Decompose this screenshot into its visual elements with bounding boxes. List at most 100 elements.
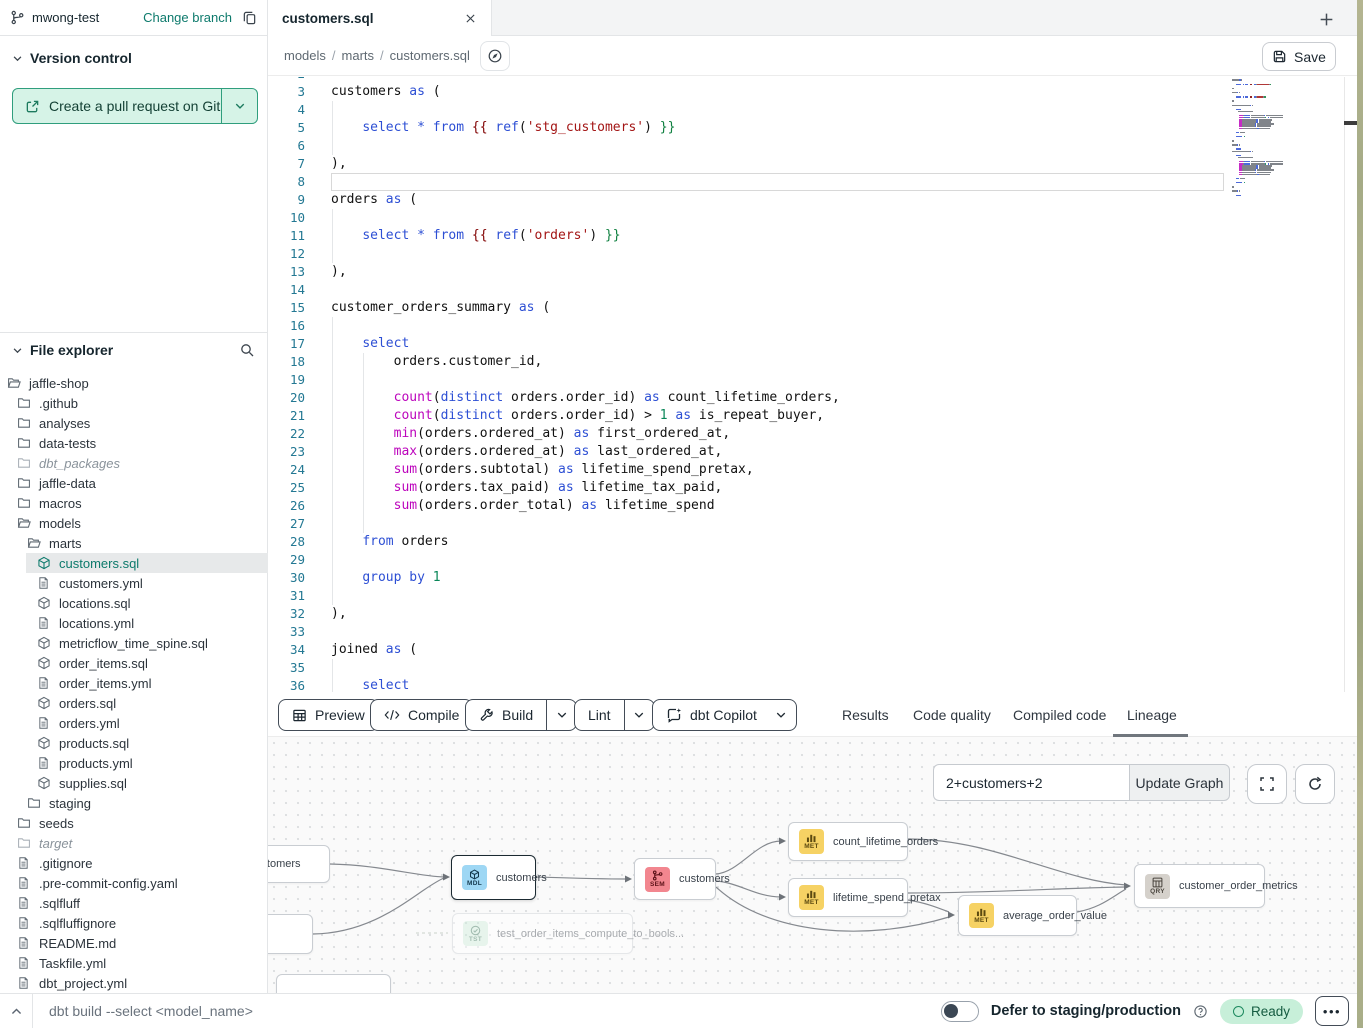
breadcrumb-models[interactable]: models (284, 48, 326, 63)
chevron-down-icon[interactable] (12, 53, 23, 64)
code-line-24[interactable]: 24 sum(orders.subtotal) as lifetime_spen… (268, 461, 1357, 479)
tree-item-order-items.sql[interactable]: order_items.sql (0, 653, 268, 673)
breadcrumb-marts[interactable]: marts (342, 48, 375, 63)
tree-item-.sqlfluffignore[interactable]: .sqlfluffignore (0, 913, 268, 933)
lineage-node-test_order_items[interactable]: TSTtest_order_items_compute_to_bools... (452, 913, 633, 954)
code-line-3[interactable]: 3customers as ( (268, 83, 1357, 101)
lineage-node-lifetime_spend_pretax[interactable]: METlifetime_spend_pretax (788, 878, 908, 917)
lineage-node-orders[interactable]: orders (268, 914, 313, 954)
minimap[interactable] (1232, 77, 1312, 207)
code-line-11[interactable]: 11 select * from {{ ref('orders') }} (268, 227, 1357, 245)
tree-item-supplies.sql[interactable]: supplies.sql (0, 773, 268, 793)
code-line-8[interactable]: 8 (268, 173, 1357, 191)
lineage-node-customers_model[interactable]: MDLcustomers (451, 855, 536, 900)
tab-compiled-code[interactable]: Compiled code (1013, 692, 1106, 737)
tab-code-quality[interactable]: Code quality (913, 692, 991, 737)
tab-lineage[interactable]: Lineage (1127, 692, 1177, 737)
code-line-9[interactable]: 9orders as ( (268, 191, 1357, 209)
code-line-19[interactable]: 19 (268, 371, 1357, 389)
code-line-36[interactable]: 36 select (268, 677, 1357, 692)
close-icon[interactable] (464, 12, 477, 25)
code-line-15[interactable]: 15customer_orders_summary as ( (268, 299, 1357, 317)
code-line-10[interactable]: 10 (268, 209, 1357, 227)
code-line-23[interactable]: 23 max(orders.ordered_at) as last_ordere… (268, 443, 1357, 461)
copy-icon[interactable] (242, 10, 257, 25)
tree-item-staging[interactable]: staging (0, 793, 268, 813)
editor-scrollbar[interactable] (1344, 77, 1357, 692)
save-button[interactable]: Save (1262, 42, 1336, 71)
tree-item-products.yml[interactable]: products.yml (0, 753, 268, 773)
tree-item-seeds[interactable]: seeds (0, 813, 268, 833)
code-editor[interactable]: 23customers as (45 select * from {{ ref(… (268, 77, 1357, 692)
lint-caret[interactable] (624, 700, 654, 730)
code-area[interactable]: 23customers as (45 select * from {{ ref(… (268, 77, 1357, 692)
change-branch-link[interactable]: Change branch (143, 10, 232, 25)
code-line-7[interactable]: 7), (268, 155, 1357, 173)
code-line-21[interactable]: 21 count(distinct orders.order_id) > 1 a… (268, 407, 1357, 425)
chevron-up-icon[interactable] (0, 994, 33, 1028)
lineage-node-count_lifetime_orders[interactable]: METcount_lifetime_orders (788, 822, 908, 861)
tree-item-order-items.yml[interactable]: order_items.yml (0, 673, 268, 693)
new-tab-button[interactable] (1313, 6, 1339, 32)
code-line-18[interactable]: 18 orders.customer_id, (268, 353, 1357, 371)
tree-item-dbt-project.yml[interactable]: dbt_project.yml (0, 973, 268, 993)
code-line-35[interactable]: 35 (268, 659, 1357, 677)
preview-button[interactable]: Preview (278, 699, 379, 731)
code-line-14[interactable]: 14 (268, 281, 1357, 299)
code-line-34[interactable]: 34joined as ( (268, 641, 1357, 659)
tree-item-analyses[interactable]: analyses (0, 413, 268, 433)
dbt-copilot-button[interactable]: dbt Copilot (652, 699, 797, 731)
pr-button-caret[interactable] (222, 89, 257, 123)
tree-item-locations.yml[interactable]: locations.yml (0, 613, 268, 633)
tree-item-metricflow-time-spine.sql[interactable]: metricflow_time_spine.sql (0, 633, 268, 653)
tree-item-orders.sql[interactable]: orders.sql (0, 693, 268, 713)
lineage-node-customers_semantic[interactable]: SEMcustomers (634, 858, 716, 900)
tree-item-data-tests[interactable]: data-tests (0, 433, 268, 453)
help-icon[interactable] (1193, 1004, 1208, 1019)
defer-toggle[interactable] (941, 1001, 979, 1022)
update-graph-button[interactable]: Update Graph (1129, 764, 1230, 801)
code-line-28[interactable]: 28 from orders (268, 533, 1357, 551)
breadcrumb-file[interactable]: customers.sql (390, 48, 470, 63)
chevron-down-icon[interactable] (12, 345, 23, 356)
lineage-node-average_order_value[interactable]: METaverage_order_value (958, 895, 1077, 936)
create-pull-request-button[interactable]: Create a pull request on Git... (12, 88, 258, 124)
code-line-31[interactable]: 31 (268, 587, 1357, 605)
tree-item-dbt-packages[interactable]: dbt_packages (0, 453, 268, 473)
tree-item-macros[interactable]: macros (0, 493, 268, 513)
dbt-command-input[interactable] (49, 1003, 609, 1019)
code-line-6[interactable]: 6 (268, 137, 1357, 155)
lineage-canvas[interactable]: stg_customersorders MDLcustomers TSTtest_o… (268, 737, 1363, 993)
fullscreen-button[interactable] (1247, 764, 1287, 804)
code-line-4[interactable]: 4 (268, 101, 1357, 119)
tab-customers-sql[interactable]: customers.sql (268, 0, 492, 37)
build-caret[interactable] (546, 700, 576, 730)
tree-item-target[interactable]: target (0, 833, 268, 853)
code-line-22[interactable]: 22 min(orders.ordered_at) as first_order… (268, 425, 1357, 443)
code-line-20[interactable]: 20 count(distinct orders.order_id) as co… (268, 389, 1357, 407)
tree-item-.sqlfluff[interactable]: .sqlfluff (0, 893, 268, 913)
tree-item-customers.yml[interactable]: customers.yml (0, 573, 268, 593)
lineage-node-stg_customers[interactable]: stg_customers (268, 845, 330, 883)
lineage-node-partial[interactable] (276, 974, 391, 993)
tree-item-Taskfile.yml[interactable]: Taskfile.yml (0, 953, 268, 973)
tree-item-.pre-commit-config.yaml[interactable]: .pre-commit-config.yaml (0, 873, 268, 893)
code-line-27[interactable]: 27 (268, 515, 1357, 533)
code-line-33[interactable]: 33 (268, 623, 1357, 641)
tree-item-jaffle-data[interactable]: jaffle-data (0, 473, 268, 493)
lineage-selector-input[interactable] (933, 764, 1129, 801)
code-line-25[interactable]: 25 sum(orders.tax_paid) as lifetime_tax_… (268, 479, 1357, 497)
code-line-5[interactable]: 5 select * from {{ ref('stg_customers') … (268, 119, 1357, 137)
tree-item-.github[interactable]: .github (0, 393, 268, 413)
code-line-16[interactable]: 16 (268, 317, 1357, 335)
tree-item-orders.yml[interactable]: orders.yml (0, 713, 268, 733)
more-button[interactable]: ••• (1315, 996, 1349, 1026)
tree-item-jaffle-shop[interactable]: jaffle-shop (0, 373, 268, 393)
code-line-30[interactable]: 30 group by 1 (268, 569, 1357, 587)
lineage-node-customer_order_metrics[interactable]: QRYcustomer_order_metrics (1134, 864, 1265, 908)
tree-item-products.sql[interactable]: products.sql (0, 733, 268, 753)
build-button[interactable]: Build (465, 699, 577, 731)
code-line-32[interactable]: 32), (268, 605, 1357, 623)
lint-button[interactable]: Lint (574, 699, 655, 731)
tree-item-models[interactable]: models (0, 513, 268, 533)
